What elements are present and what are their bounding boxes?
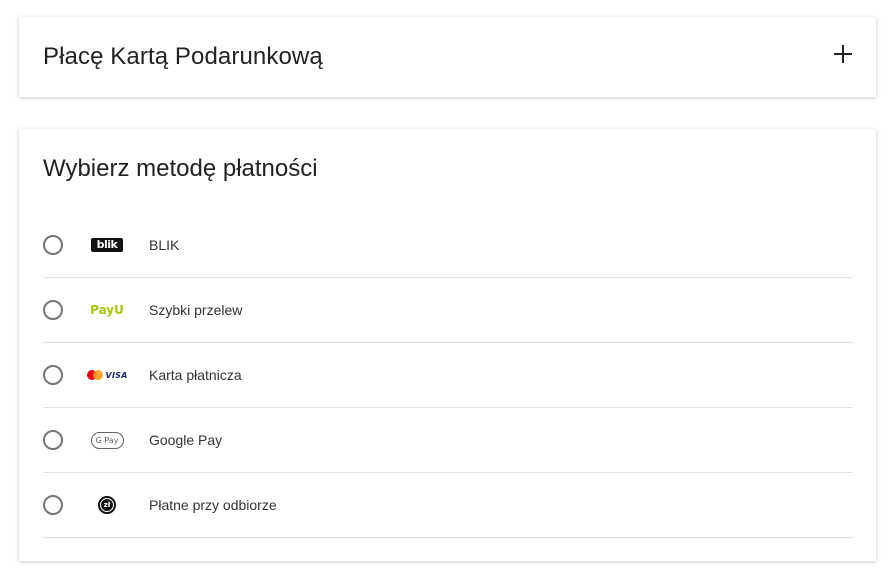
payment-option-label: Szybki przelew (149, 302, 243, 318)
visa-icon: VISA (105, 370, 128, 380)
blik-logo: blik (89, 231, 125, 259)
payment-methods-section: Wybierz metodę płatności blik BLIK PayU … (19, 129, 876, 561)
plus-icon[interactable] (834, 45, 852, 63)
payment-option-google-pay[interactable]: G Pay Google Pay (43, 408, 853, 473)
payment-option-label: BLIK (149, 237, 180, 253)
google-pay-logo: G Pay (89, 426, 125, 454)
payment-option-transfer[interactable]: PayU Szybki przelew (43, 278, 853, 343)
payment-option-label: Płatne przy odbiorze (149, 497, 277, 513)
payment-methods-list: blik BLIK PayU Szybki przelew VISA Karta… (43, 213, 853, 538)
radio-button[interactable] (43, 430, 63, 450)
payment-option-cash-on-delivery[interactable]: zł Płatne przy odbiorze (43, 473, 853, 538)
payment-option-label: Google Pay (149, 432, 223, 448)
payu-logo: PayU (90, 303, 124, 317)
radio-button[interactable] (43, 495, 63, 515)
payment-option-blik[interactable]: blik BLIK (43, 213, 853, 278)
mastercard-visa-logo: VISA (86, 361, 128, 389)
gift-card-title: Płacę Kartą Podarunkową (43, 43, 323, 70)
mastercard-icon (86, 370, 103, 380)
radio-button[interactable] (43, 235, 63, 255)
payment-option-card[interactable]: VISA Karta płatnicza (43, 343, 853, 408)
radio-button[interactable] (43, 300, 63, 320)
cash-on-delivery-icon: zł (89, 491, 125, 519)
payment-option-label: Karta płatnicza (149, 367, 242, 383)
radio-button[interactable] (43, 365, 63, 385)
payment-methods-title: Wybierz metodę płatności (43, 155, 318, 182)
gift-card-section: Płacę Kartą Podarunkową (19, 17, 876, 97)
